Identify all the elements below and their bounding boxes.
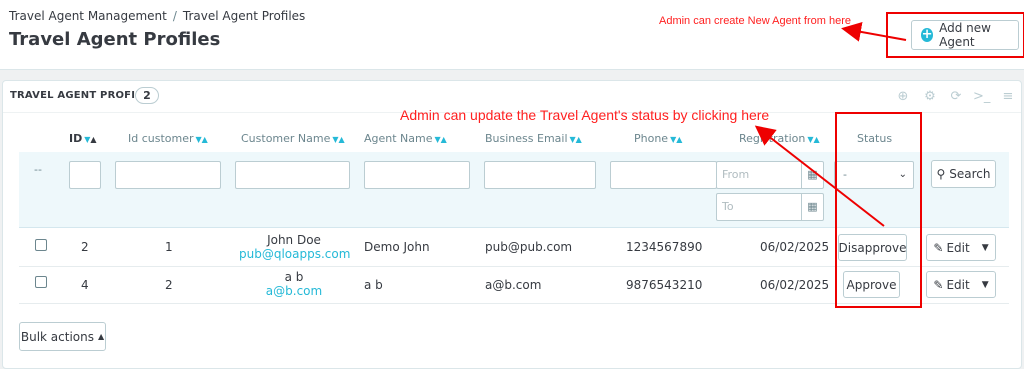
customer-email-link[interactable]: pub@qloapps.com — [239, 247, 350, 261]
pencil-icon: ✎ — [933, 240, 944, 255]
add-circle-icon[interactable]: ⊕ — [895, 89, 911, 105]
date-to-placeholder: To — [722, 200, 734, 213]
filter-id-input[interactable] — [69, 161, 101, 189]
column-registration-label: Registration — [739, 132, 806, 145]
cell-business-email: pub@pub.com — [485, 240, 573, 254]
customer-email-link[interactable]: a@b.com — [239, 284, 349, 298]
customer-name: John Doe — [267, 233, 321, 247]
search-label: Search — [949, 167, 991, 181]
annotation-box-add — [886, 12, 1024, 58]
page-title: Travel Agent Profiles — [9, 29, 221, 50]
column-header-phone[interactable]: Phone ▼▲ — [634, 132, 682, 145]
filter-date-to-input[interactable]: To ▦ — [716, 193, 824, 221]
cell-customer: John Doe pub@qloapps.com — [239, 233, 350, 261]
cell-registration: 06/02/2025 — [760, 240, 830, 254]
annotation-box-status — [835, 112, 922, 308]
annotation-add-text: Admin can create New Agent from here — [659, 15, 851, 27]
refresh-icon[interactable]: ⟳ — [948, 89, 964, 105]
sort-arrows-icon[interactable]: ▼▲ — [196, 135, 208, 144]
filter-phone-input[interactable] — [610, 161, 717, 189]
customer-name: a b — [284, 270, 304, 284]
column-header-registration[interactable]: Registration ▼▲ — [739, 132, 820, 145]
search-icon: ⚲ — [936, 167, 946, 181]
breadcrumb: Travel Agent Management / Travel Agent Pro… — [9, 9, 305, 23]
cell-id: 4 — [81, 278, 89, 292]
search-button[interactable]: ⚲ Search — [931, 160, 996, 188]
cell-agent-name: a b — [364, 278, 383, 292]
date-from-placeholder: From — [722, 168, 750, 181]
annotation-status-text: Admin can update the Travel Agent's stat… — [400, 107, 770, 123]
column-header-id-customer[interactable]: Id customer ▼▲ — [128, 132, 208, 145]
breadcrumb-separator: / — [172, 9, 177, 23]
count-badge: 2 — [135, 87, 159, 104]
cell-id-customer: 2 — [165, 278, 173, 292]
breadcrumb-current: Travel Agent Profiles — [182, 9, 306, 23]
cell-phone: 1234567890 — [626, 240, 703, 254]
column-header-id[interactable]: ID ▼▲ — [69, 132, 97, 145]
filter-date-from-input[interactable]: From ▦ — [716, 161, 824, 189]
cell-customer: a b a@b.com — [239, 270, 349, 298]
cell-phone: 9876543210 — [626, 278, 703, 292]
filter-business-email-input[interactable] — [484, 161, 596, 189]
filter-agent-name-input[interactable] — [364, 161, 470, 189]
column-customer-name-label: Customer Name — [241, 132, 331, 145]
caret-up-icon: ▲ — [97, 332, 105, 341]
column-id-label: ID — [69, 132, 83, 145]
settings-icon[interactable]: ⚙ — [922, 89, 938, 105]
column-agent-name-label: Agent Name — [364, 132, 433, 145]
row-checkbox[interactable] — [35, 276, 47, 288]
sort-arrows-icon[interactable]: ▼▲ — [435, 135, 447, 144]
calendar-icon[interactable]: ▦ — [801, 162, 823, 188]
filter-id-customer-input[interactable] — [115, 161, 221, 189]
column-header-agent-name[interactable]: Agent Name ▼▲ — [364, 132, 447, 145]
row-checkbox[interactable] — [35, 239, 47, 251]
breadcrumb-parent[interactable]: Travel Agent Management — [9, 9, 167, 23]
edit-label: Edit — [946, 277, 970, 292]
filter-placeholder-dash: -- — [34, 163, 42, 176]
column-header-business-email[interactable]: Business Email ▼▲ — [485, 132, 582, 145]
filter-customer-name-input[interactable] — [235, 161, 350, 189]
cell-id-customer: 1 — [165, 240, 173, 254]
cell-registration: 06/02/2025 — [760, 278, 830, 292]
caret-down-icon[interactable]: ▼ — [982, 243, 989, 253]
edit-label: Edit — [946, 240, 970, 255]
edit-button[interactable]: ✎ Edit ▼ — [926, 234, 996, 261]
cell-agent-name: Demo John — [364, 240, 430, 254]
sort-arrows-icon[interactable]: ▼▲ — [84, 135, 96, 144]
sort-arrows-icon[interactable]: ▼▲ — [670, 135, 682, 144]
sort-arrows-icon[interactable]: ▼▲ — [332, 135, 344, 144]
column-id-customer-label: Id customer — [128, 132, 194, 145]
page-header: Travel Agent Management / Travel Agent Pro… — [0, 0, 1024, 70]
pencil-icon: ✎ — [933, 277, 944, 292]
bulk-actions-button[interactable]: Bulk actions ▲ — [19, 322, 106, 351]
bulk-actions-label: Bulk actions — [20, 329, 94, 344]
sort-arrows-icon[interactable]: ▼▲ — [570, 135, 582, 144]
caret-down-icon[interactable]: ▼ — [982, 280, 989, 290]
sort-arrows-icon[interactable]: ▼▲ — [807, 135, 819, 144]
cell-business-email: a@b.com — [485, 278, 542, 292]
column-business-email-label: Business Email — [485, 132, 568, 145]
edit-button[interactable]: ✎ Edit ▼ — [926, 271, 996, 298]
cell-id: 2 — [81, 240, 89, 254]
terminal-icon[interactable]: >_ — [973, 89, 990, 105]
column-phone-label: Phone — [634, 132, 669, 145]
calendar-icon[interactable]: ▦ — [801, 194, 823, 220]
database-icon[interactable]: ≡ — [1000, 89, 1016, 105]
column-header-customer-name[interactable]: Customer Name ▼▲ — [241, 132, 345, 145]
